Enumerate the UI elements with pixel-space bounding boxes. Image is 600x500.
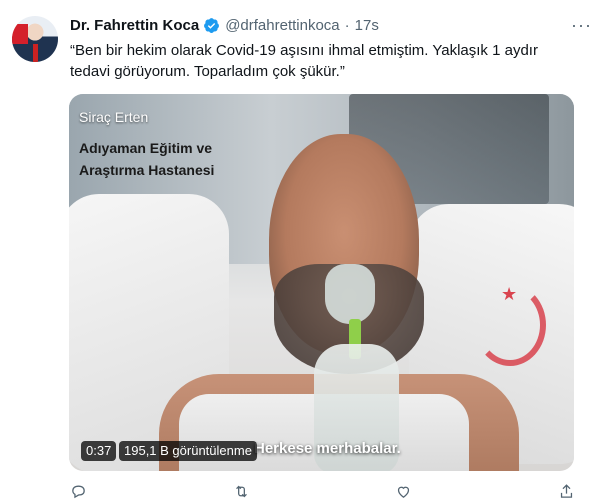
star-icon: ★ [501, 284, 518, 304]
flag-graphic [12, 24, 28, 44]
author-name[interactable]: Dr. Fahrettin Koca [70, 17, 199, 34]
verified-badge-icon [204, 17, 220, 33]
like-button[interactable] [395, 482, 412, 500]
video-player[interactable]: ★ Siraç Erten Adıyaman Eğitim ve Araştır… [69, 94, 574, 471]
tweet-actions [70, 482, 575, 500]
oxygen-mask-graphic [325, 264, 375, 324]
reply-icon [72, 485, 85, 498]
tie-graphic [33, 44, 38, 62]
share-button[interactable] [558, 482, 575, 500]
more-horizontal-icon[interactable]: ··· [571, 15, 592, 36]
tweet[interactable]: Dr. Fahrettin Koca @drfahrettinkoca · 17… [0, 0, 600, 500]
retweet-button[interactable] [233, 482, 250, 500]
video-subtitle: Herkese merhabalar. [254, 440, 401, 457]
video-overlay-name: Siraç Erten [79, 109, 149, 125]
video-overlay-hospital: Adıyaman Eğitim ve Araştırma Hastanesi [79, 137, 214, 181]
video-overlay-hospital-line1: Adıyaman Eğitim ve [79, 140, 213, 156]
share-icon [560, 483, 573, 498]
author-handle[interactable]: @drfahrettinkoca [225, 17, 339, 34]
tweet-text: “Ben bir hekim olarak Covid-19 aşısını i… [70, 42, 538, 80]
like-icon [398, 486, 410, 498]
tweet-header: Dr. Fahrettin Koca @drfahrettinkoca · 17… [70, 14, 580, 36]
separator-dot: · [344, 16, 350, 34]
retweet-icon [235, 485, 247, 497]
video-views-badge: 195,1 B görüntülenme [119, 441, 257, 461]
reply-button[interactable] [70, 482, 87, 500]
video-duration-badge: 0:37 [81, 441, 117, 461]
author-avatar[interactable] [12, 16, 58, 62]
tweet-time[interactable]: 17s [355, 17, 379, 34]
video-overlay-hospital-line2: Araştırma Hastanesi [79, 162, 215, 178]
